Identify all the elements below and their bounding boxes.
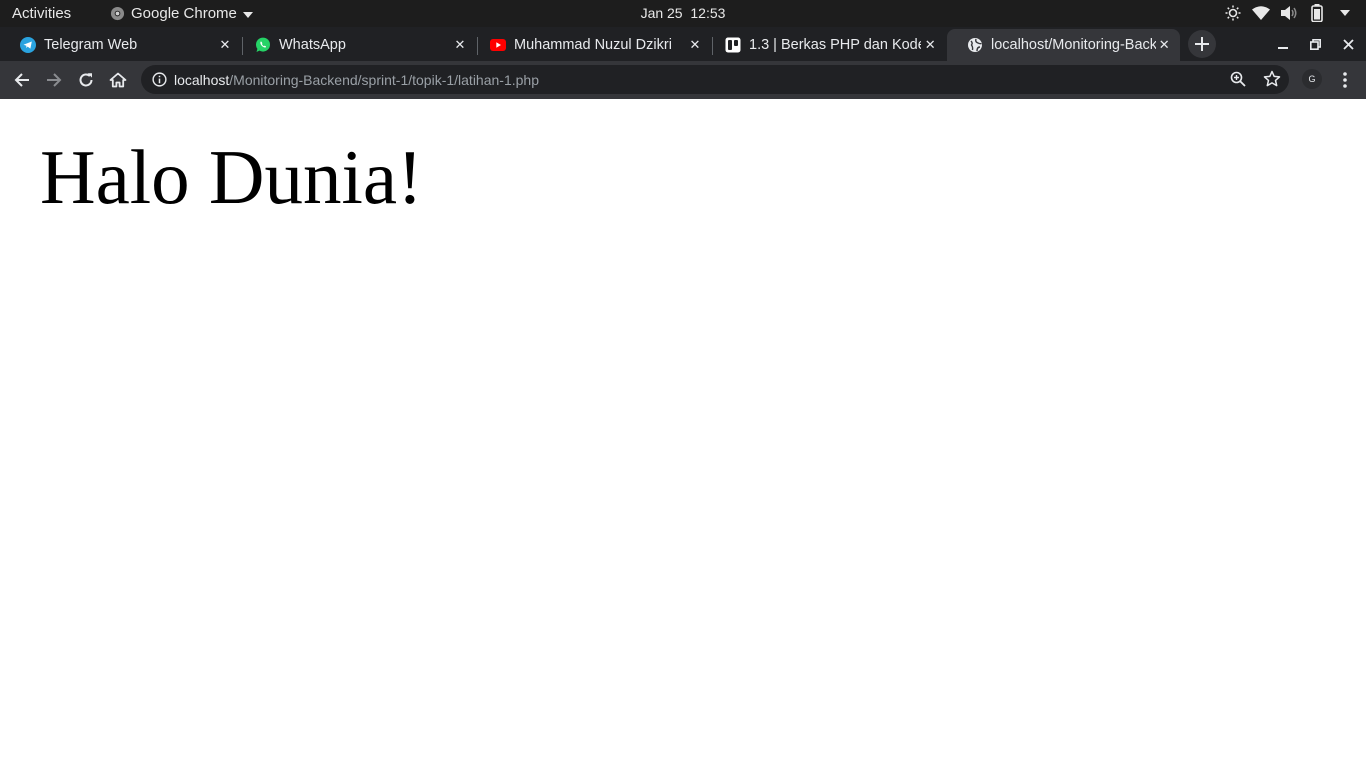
clock-time[interactable]: 12:53 [690,5,725,21]
globe-icon [967,37,983,53]
forward-button[interactable] [42,68,66,92]
system-top-bar: Activities Google Chrome Jan 25 12:53 [0,0,1366,27]
system-menu-chevron-icon [1336,4,1354,22]
profile-avatar[interactable]: G [1302,69,1322,89]
volume-icon [1280,4,1298,22]
close-icon[interactable]: ✕ [451,36,469,54]
url-host: localhost [174,71,230,88]
tab-title: Muhammad Nuzul Dzikri [514,37,672,53]
tab-title: WhatsApp [279,37,346,53]
night-light-icon [1224,4,1242,22]
url-text: localhost/Monitoring-Backend/sprint-1/to… [174,72,539,88]
activities-button[interactable]: Activities [12,5,71,22]
tab-whatsapp[interactable]: WhatsApp ✕ [235,29,477,61]
page-heading: Halo Dunia! [40,134,423,220]
trello-icon [725,37,741,53]
back-button[interactable] [10,68,34,92]
info-icon[interactable] [151,72,167,88]
more-vertical-icon [1343,72,1347,88]
clock-date[interactable]: Jan 25 [641,5,683,21]
tab-youtube[interactable]: Muhammad Nuzul Dzikri ✕ [470,29,712,61]
page-content: Halo Dunia! [0,99,1366,768]
close-icon[interactable]: ✕ [1156,36,1172,54]
plus-icon [1195,37,1209,51]
minimize-button[interactable] [1273,35,1293,53]
close-icon[interactable]: ✕ [686,36,704,54]
new-tab-button[interactable] [1188,30,1216,58]
minimize-icon [1278,39,1288,49]
arrow-right-icon [46,72,62,88]
tab-trello[interactable]: 1.3 | Berkas PHP dan Kode ✕ [705,29,947,61]
restore-icon [1309,38,1321,50]
arrow-left-icon [14,72,30,88]
home-button[interactable] [106,68,130,92]
app-menu-label: Google Chrome [131,5,237,22]
system-tray[interactable] [1224,4,1354,22]
tab-title: 1.3 | Berkas PHP dan Kode [749,37,922,53]
restore-button[interactable] [1305,35,1325,53]
whatsapp-icon [255,37,271,53]
home-icon [109,72,127,88]
tab-localhost[interactable]: localhost/Monitoring-Backend ✕ [947,29,1180,61]
tab-strip: Telegram Web ✕ WhatsApp ✕ Muhammad Nuzul… [0,27,1366,61]
close-icon[interactable]: ✕ [921,36,939,54]
reload-icon [78,72,94,88]
battery-icon [1308,4,1326,22]
close-icon [1342,38,1354,50]
chrome-icon [110,6,125,21]
star-icon[interactable] [1263,70,1281,88]
telegram-icon [20,37,36,53]
close-icon[interactable]: ✕ [216,36,234,54]
tab-title: Telegram Web [44,37,138,53]
reload-button[interactable] [74,68,98,92]
app-menu[interactable]: Google Chrome [110,5,253,22]
wifi-icon [1252,4,1270,22]
address-bar[interactable]: localhost/Monitoring-Backend/sprint-1/to… [141,65,1289,94]
url-path: /Monitoring-Backend/sprint-1/topik-1/lat… [229,71,539,88]
close-window-button[interactable] [1338,35,1358,53]
zoom-icon[interactable] [1230,71,1248,89]
tab-telegram[interactable]: Telegram Web ✕ [0,29,242,61]
more-menu-button[interactable] [1336,69,1354,91]
chevron-down-icon [242,5,253,22]
browser-toolbar: localhost/Monitoring-Backend/sprint-1/to… [0,61,1366,99]
tab-title: localhost/Monitoring-Backend [991,37,1157,53]
youtube-icon [490,37,506,53]
